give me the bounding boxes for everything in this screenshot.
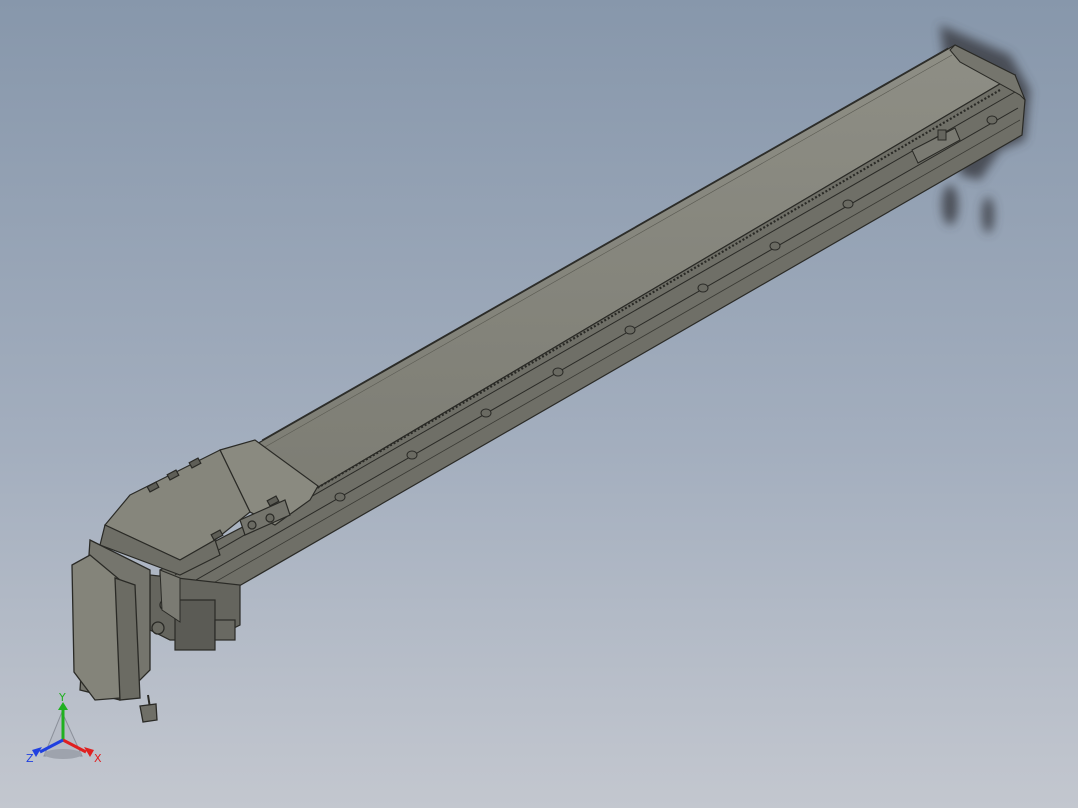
- rail-groove-2: [174, 107, 1019, 593]
- coordinate-triad: Y X Z: [26, 691, 102, 765]
- z-axis-label: Z: [26, 752, 34, 765]
- 3d-viewport[interactable]: Y X Z: [0, 0, 1078, 808]
- rack-line: [299, 89, 1001, 499]
- linear-actuator-model[interactable]: [0, 0, 1078, 808]
- top-cover-face: [253, 44, 1017, 493]
- rail-groove-3: [174, 119, 1021, 606]
- y-axis-label: Y: [58, 691, 66, 704]
- top-cover-edge: [261, 47, 949, 441]
- x-axis-label: X: [94, 752, 102, 765]
- side-rail-face: [159, 74, 1026, 621]
